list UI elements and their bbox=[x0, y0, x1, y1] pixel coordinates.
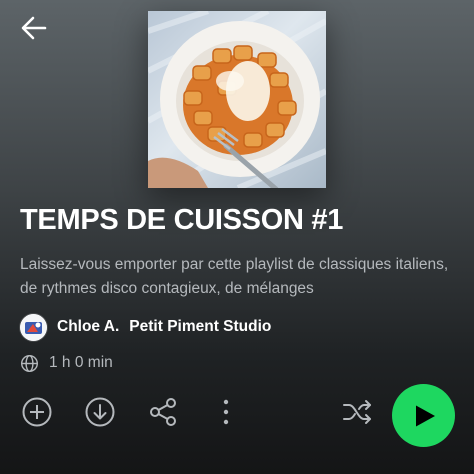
avatar[interactable] bbox=[20, 313, 47, 341]
shuffle-button[interactable] bbox=[340, 395, 374, 429]
download-circle-icon bbox=[85, 397, 115, 427]
play-icon bbox=[416, 405, 435, 426]
owner-row[interactable]: Chloe A. Petit Piment Studio bbox=[20, 313, 271, 341]
owner-studio[interactable]: Petit Piment Studio bbox=[129, 318, 271, 336]
back-button[interactable] bbox=[18, 12, 50, 44]
globe-icon bbox=[20, 354, 39, 372]
playlist-title: TEMPS DE CUISSON #1 bbox=[20, 204, 344, 236]
playlist-cover-image bbox=[148, 11, 326, 188]
owner-name[interactable]: Chloe A. bbox=[57, 318, 119, 336]
share-button[interactable] bbox=[146, 395, 180, 429]
add-circle-icon bbox=[22, 397, 52, 427]
shuffle-icon bbox=[343, 400, 371, 424]
more-vertical-icon bbox=[223, 399, 229, 425]
share-icon bbox=[150, 398, 176, 426]
play-button[interactable] bbox=[392, 384, 455, 447]
duration-text: 1 h 0 min bbox=[49, 354, 113, 371]
duration-row: 1 h 0 min bbox=[20, 352, 113, 374]
more-options-button[interactable] bbox=[209, 395, 243, 429]
download-button[interactable] bbox=[83, 395, 117, 429]
playlist-description: Laissez-vous emporter par cette playlist… bbox=[20, 256, 449, 297]
add-button[interactable] bbox=[20, 395, 54, 429]
arrow-left-icon bbox=[21, 16, 47, 40]
